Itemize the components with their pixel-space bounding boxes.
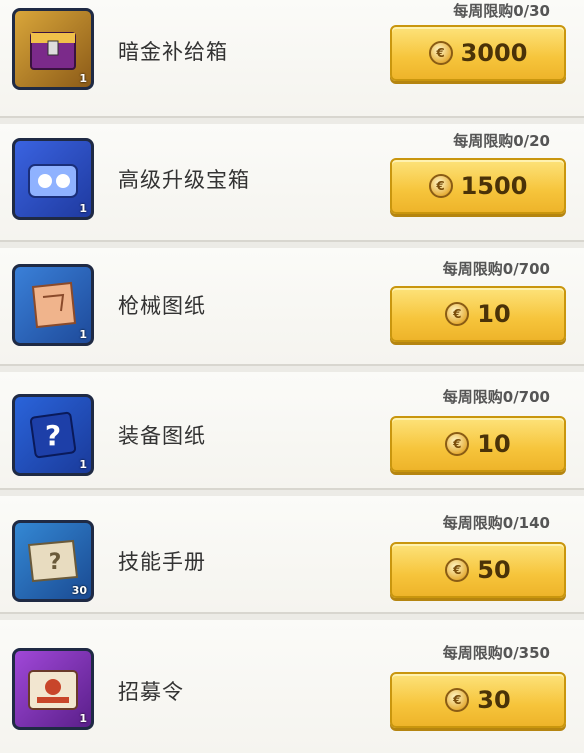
shop-item-row: 1 枪械图纸 每周限购0/700 € 10 xyxy=(0,248,584,366)
gold-supply-crate-icon: 1 xyxy=(12,8,94,90)
weapon-blueprint-icon: 1 xyxy=(12,264,94,346)
item-name: 装备图纸 xyxy=(118,424,206,448)
weekly-limit: 每周限购0/140 xyxy=(442,514,550,532)
item-quantity: 1 xyxy=(79,202,87,215)
price: 30 xyxy=(477,686,511,714)
buy-button[interactable]: € 1500 xyxy=(390,158,566,214)
shop-item-row: 1 暗金补给箱 每周限购0/30 € 3000 xyxy=(0,0,584,118)
svg-text:?: ? xyxy=(49,550,62,575)
coin-icon: € xyxy=(445,558,470,582)
item-quantity: 1 xyxy=(79,712,87,725)
item-name: 高级升级宝箱 xyxy=(118,168,250,192)
price: 3000 xyxy=(460,39,528,67)
coin-icon: € xyxy=(445,688,470,712)
shop-item-row: ? 1 装备图纸 每周限购0/700 € 10 xyxy=(0,372,584,490)
skill-manual-scroll-icon: ? 30 xyxy=(12,520,94,602)
price: 50 xyxy=(477,556,511,584)
item-quantity: 30 xyxy=(71,584,87,597)
blue-upgrade-chest-icon: 1 xyxy=(12,138,94,220)
buy-button[interactable]: € 10 xyxy=(390,416,566,472)
buy-button[interactable]: € 30 xyxy=(390,672,566,728)
weekly-limit: 每周限购0/20 xyxy=(453,132,550,150)
item-name: 技能手册 xyxy=(118,550,206,574)
buy-button[interactable]: € 3000 xyxy=(390,25,566,81)
price: 10 xyxy=(477,300,511,328)
item-name: 暗金补给箱 xyxy=(118,40,228,64)
shop-item-row: ? 30 技能手册 每周限购0/140 € 50 xyxy=(0,496,584,614)
item-quantity: 1 xyxy=(79,328,87,341)
shop-item-row: 1 高级升级宝箱 每周限购0/20 € 1500 xyxy=(0,124,584,242)
equipment-blueprint-icon: ? 1 xyxy=(12,394,94,476)
item-quantity: 1 xyxy=(79,72,87,85)
buy-button[interactable]: € 10 xyxy=(390,286,566,342)
coin-icon: € xyxy=(445,302,470,326)
weekly-limit: 每周限购0/30 xyxy=(453,2,550,20)
item-name: 枪械图纸 xyxy=(118,294,206,318)
weekly-limit: 每周限购0/350 xyxy=(442,644,550,662)
svg-text:?: ? xyxy=(45,419,61,452)
shop-item-list: 1 暗金补给箱 每周限购0/30 € 3000 1 高级升级宝箱 每周限购0/2… xyxy=(0,0,584,753)
coin-icon: € xyxy=(428,174,453,198)
coin-icon: € xyxy=(428,41,453,65)
item-quantity: 1 xyxy=(79,458,87,471)
price: 10 xyxy=(477,430,511,458)
coin-icon: € xyxy=(445,432,470,456)
recruit-order-icon: 1 xyxy=(12,648,94,730)
weekly-limit: 每周限购0/700 xyxy=(442,260,550,278)
item-name: 招募令 xyxy=(118,680,184,704)
weekly-limit: 每周限购0/700 xyxy=(442,388,550,406)
price: 1500 xyxy=(460,172,528,200)
buy-button[interactable]: € 50 xyxy=(390,542,566,598)
shop-item-row: 1 招募令 每周限购0/350 € 30 xyxy=(0,620,584,753)
